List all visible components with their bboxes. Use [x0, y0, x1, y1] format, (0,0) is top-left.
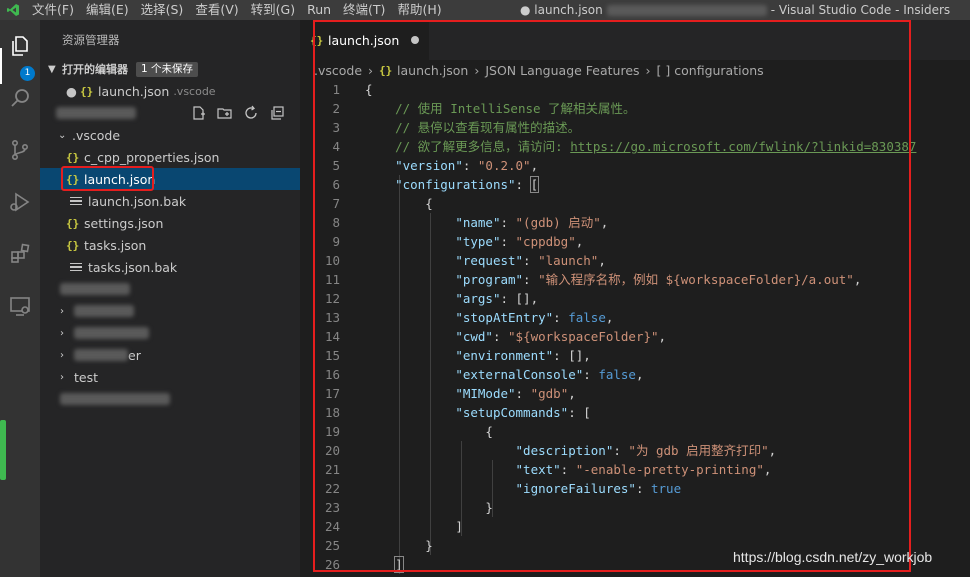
folder-item-redacted[interactable]: › [40, 300, 300, 322]
redacted-file-name [60, 393, 170, 405]
new-file-icon[interactable] [190, 104, 208, 122]
status-strip [0, 420, 6, 480]
menu-run[interactable]: Run [301, 0, 337, 20]
folder-test-label: test [74, 369, 99, 385]
window-title-app: - Visual Studio Code - Insiders [770, 3, 951, 17]
menu-edit[interactable]: 编辑(E) [80, 0, 135, 20]
menu-bar: 文件(F) 编辑(E) 选择(S) 查看(V) 转到(G) Run 终端(T) … [26, 0, 448, 20]
source-control-icon[interactable] [4, 134, 36, 166]
menu-help[interactable]: 帮助(H) [391, 0, 447, 20]
file-label: launch.json.bak [88, 193, 187, 209]
collapse-all-icon[interactable] [268, 104, 286, 122]
file-item[interactable]: tasks.json.bak [40, 256, 300, 278]
file-item[interactable]: {} settings.json [40, 212, 300, 234]
menu-file[interactable]: 文件(F) [26, 0, 80, 20]
folder-item-redacted[interactable] [40, 278, 300, 300]
chevron-down-icon: ▼ [48, 63, 56, 75]
unsaved-badge: 1 个未保存 [136, 61, 199, 77]
explorer-toolbar [190, 104, 286, 122]
editor-highlight-box [313, 20, 911, 572]
file-item[interactable]: launch.json.bak [40, 190, 300, 212]
title-bar: 文件(F) 编辑(E) 选择(S) 查看(V) 转到(G) Run 终端(T) … [0, 0, 970, 20]
redacted-path [606, 4, 767, 16]
folder-item-partial[interactable]: › er [40, 344, 300, 366]
chevron-right-icon: › [60, 305, 64, 317]
json-file-icon: {} [66, 150, 80, 164]
folder-test[interactable]: › test [40, 366, 300, 388]
redacted-folder-name [74, 349, 128, 361]
file-label: settings.json [84, 215, 164, 231]
window-title: ● launch.json - Visual Studio Code - Ins… [520, 0, 950, 20]
redacted-folder-name [74, 327, 149, 339]
chevron-down-icon: ⌄ [58, 129, 67, 141]
open-editor-filename: launch.json [98, 83, 170, 99]
open-editor-folder: .vscode [173, 84, 216, 98]
menu-selection[interactable]: 选择(S) [135, 0, 190, 20]
menu-terminal[interactable]: 终端(T) [337, 0, 391, 20]
text-file-icon [70, 195, 82, 208]
vscode-logo-icon [0, 0, 26, 20]
file-item[interactable]: {} c_cpp_properties.json [40, 146, 300, 168]
watermark: https://blog.csdn.net/zy_workjob [733, 549, 933, 565]
window-title-file: ● launch.json [520, 3, 603, 17]
run-debug-icon[interactable] [4, 186, 36, 218]
file-item[interactable]: {} tasks.json [40, 234, 300, 256]
chevron-right-icon: › [60, 349, 64, 361]
file-label: tasks.json.bak [88, 259, 178, 275]
active-indicator [0, 48, 2, 84]
menu-view[interactable]: 查看(V) [189, 0, 244, 20]
folder-item-redacted[interactable]: › [40, 322, 300, 344]
menu-go[interactable]: 转到(G) [245, 0, 301, 20]
explorer-badge: 1 [20, 66, 35, 81]
json-file-icon: {} [66, 216, 80, 230]
file-label: c_cpp_properties.json [84, 149, 220, 165]
file-label: tasks.json [84, 237, 147, 253]
explorer-sidebar: 资源管理器 ▼ 打开的编辑器 1 个未保存 ● {} launch.json .… [40, 20, 300, 577]
explorer-title: 资源管理器 [62, 33, 120, 47]
new-folder-icon[interactable] [216, 104, 234, 122]
files-icon[interactable] [4, 30, 36, 62]
modified-dot-icon: ● [66, 83, 77, 99]
json-file-icon: {} [80, 84, 94, 98]
redacted-workspace-name [56, 107, 136, 119]
redacted-folder-name [60, 283, 130, 295]
chevron-right-icon: › [60, 371, 64, 383]
refresh-icon[interactable] [242, 104, 260, 122]
activity-bar: 1 [0, 20, 40, 577]
open-editors-label: 打开的编辑器 [62, 63, 128, 76]
open-editor-item[interactable]: ● {} launch.json .vscode [40, 80, 300, 102]
highlight-box [61, 166, 154, 191]
json-file-icon: {} [66, 238, 80, 252]
extensions-icon[interactable] [4, 238, 36, 270]
search-icon[interactable] [4, 82, 36, 114]
open-editors-section[interactable]: ▼ 打开的编辑器 1 个未保存 [40, 60, 300, 78]
chevron-right-icon: › [60, 327, 64, 339]
file-item-redacted[interactable] [40, 388, 300, 410]
text-file-icon [70, 261, 82, 274]
folder-vscode[interactable]: ⌄ .vscode [40, 124, 300, 146]
folder-vscode-label: .vscode [72, 127, 121, 143]
folder-label-suffix: er [128, 347, 141, 363]
remote-explorer-icon[interactable] [4, 290, 36, 322]
redacted-folder-name [74, 305, 134, 317]
